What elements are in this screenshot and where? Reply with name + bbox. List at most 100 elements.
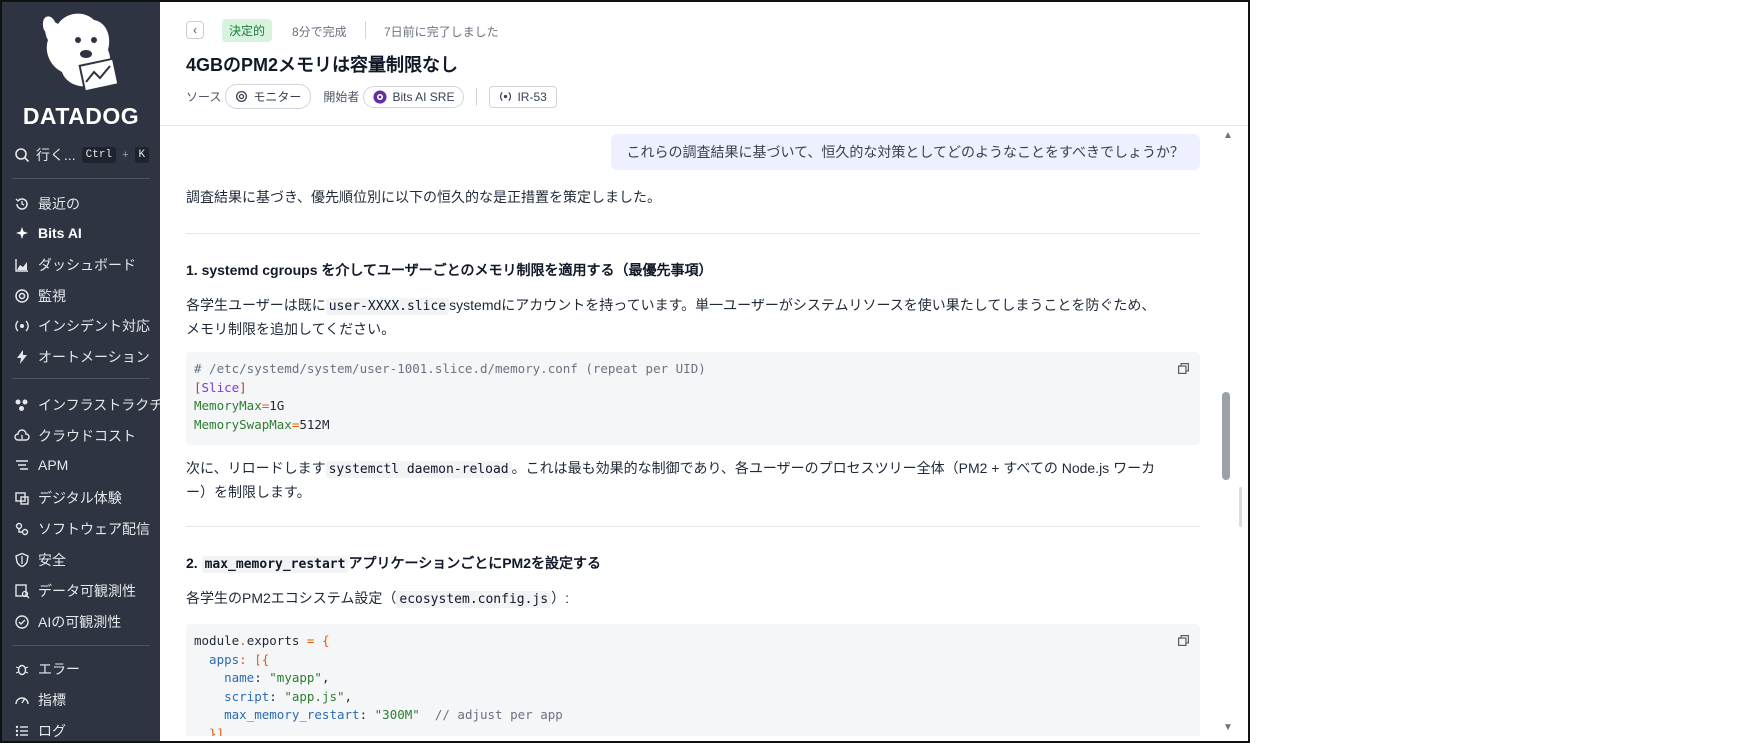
code-token: :: [269, 688, 285, 704]
dog-icon: [42, 13, 120, 93]
sidebar-item-dashboards[interactable]: ダッシュボード: [14, 255, 136, 275]
code-token: name: [194, 670, 255, 685]
sidebar-item-label: エラー: [38, 661, 80, 677]
search-icon: [15, 148, 30, 163]
sidebar-item-apm[interactable]: APM: [14, 457, 68, 473]
inline-code: user-XXXX.slice: [325, 298, 450, 315]
code-token: exports: [246, 633, 300, 648]
sidebar: DATADOG 行く... Ctrl + K 最近の Bits AI ダッシュボ…: [2, 2, 160, 741]
sidebar-item-infrastructure[interactable]: インフラストラクチャ: [14, 395, 160, 415]
section2-paragraph: 各学生のPM2エコシステム設定（ ecosystem.config.js）:: [186, 587, 569, 611]
sidebar-item-label: 指標: [38, 692, 66, 708]
code-line: MemoryMax=1G: [194, 397, 1192, 416]
code-token: module: [194, 633, 240, 648]
code-comment: // adjust per app: [419, 707, 563, 722]
sidebar-item-automation[interactable]: オートメーション: [14, 347, 150, 367]
shield-icon: [15, 552, 29, 568]
code-token: 1G: [269, 398, 285, 413]
code-token: :: [359, 707, 375, 722]
gauge-icon: [15, 697, 29, 705]
user-message: これらの調査結果に基づいて、恒久的な対策としてどのようなことをすべきでしょうか？: [610, 134, 1200, 170]
code-line: module.exports = {: [194, 632, 1192, 651]
section-divider: [186, 233, 1200, 234]
sidebar-item-monitors[interactable]: 監視: [14, 286, 66, 306]
incident-id: IR-53: [517, 89, 547, 104]
code-block-memory-conf: # /etc/systemd/system/user-1001.slice.d/…: [186, 352, 1200, 445]
sidebar-item-label: AIの可観測性: [38, 614, 122, 630]
code-token: = {: [299, 633, 330, 648]
sidebar-item-metrics[interactable]: 指標: [14, 690, 66, 710]
monitor-icon: [236, 90, 248, 103]
logo-text: DATADOG: [22, 103, 140, 129]
inline-code: systemctl daemon-reload: [325, 461, 512, 478]
sidebar-item-errors[interactable]: エラー: [14, 659, 80, 679]
investigation-meta: ソース モニター 開始者 Bits AI SRE IR-53: [186, 84, 557, 109]
code-token: script: [194, 688, 270, 704]
copy-icon[interactable]: [1177, 362, 1190, 375]
sidebar-item-label: インシデント対応: [38, 318, 150, 334]
history-icon: [15, 198, 28, 210]
sidebar-divider: [12, 378, 150, 379]
text-span: アプリケーションごとにPM2を設定する: [348, 555, 601, 571]
sidebar-divider: [12, 645, 150, 646]
meta-divider: [476, 87, 478, 106]
investigation-header: ‹ 決定的 8分で完成 7日前に完了しました 4GBのPM2メモリは容量制限なし…: [160, 2, 1248, 126]
code-token: max_memory_restart: [194, 707, 360, 722]
conversation-panel: これらの調査結果に基づいて、恒久的な対策としてどのようなことをすべきでしょうか？…: [160, 126, 1222, 736]
copy-icon[interactable]: [1177, 634, 1190, 647]
incident-icon: [15, 320, 29, 332]
sidebar-divider: [12, 178, 150, 179]
text-span: 2.: [186, 555, 198, 571]
sidebar-item-label: オートメーション: [38, 349, 150, 365]
datadog-logo[interactable]: DATADOG: [2, 6, 160, 129]
sidebar-item-incidents[interactable]: インシデント対応: [14, 316, 150, 336]
code-token: MemoryMax: [194, 398, 262, 413]
sidebar-item-data-observability[interactable]: データ可観測性: [14, 581, 136, 601]
scroll-up-arrow[interactable]: ▲: [1223, 130, 1233, 141]
sidebar-item-bits-ai[interactable]: Bits AI: [14, 225, 82, 241]
sidebar-item-security[interactable]: 安全: [14, 550, 66, 570]
sidebar-item-label: ダッシュボード: [38, 257, 136, 273]
goto-label: 行く...: [36, 147, 76, 163]
back-button[interactable]: ‹: [186, 21, 204, 39]
bits-ai-avatar-icon: [373, 89, 387, 104]
status-badge: 決定的: [222, 19, 273, 42]
source-pill[interactable]: モニター: [225, 84, 312, 109]
section2-heading: 2. max_memory_restart アプリケーションごとにPM2を設定する: [186, 553, 601, 573]
header-divider: [365, 21, 366, 39]
sidebar-item-label: デジタル体験: [38, 490, 122, 506]
sidebar-item-label: ログ: [38, 723, 66, 739]
ai-observability-icon: [15, 615, 29, 629]
infrastructure-icon: [15, 399, 28, 411]
sidebar-item-label: インフラストラクチャ: [38, 397, 160, 413]
sidebar-item-ai-observability[interactable]: AIの可観測性: [14, 612, 121, 632]
section-divider: [186, 526, 1200, 527]
code-comment: # /etc/systemd/system/user-1001.slice.d/…: [194, 361, 706, 376]
page-title: 4GBのPM2メモリは容量制限なし: [186, 55, 459, 75]
sidebar-item-logs[interactable]: ログ: [14, 721, 66, 741]
bolt-icon: [17, 350, 27, 364]
sidebar-item-label: ソフトウェア配信: [38, 521, 150, 537]
goto-search[interactable]: 行く... Ctrl + K: [14, 145, 150, 165]
code-token: }]: [194, 725, 225, 737]
sidebar-item-cloud-cost[interactable]: クラウドコスト: [14, 426, 136, 446]
app-window: DATADOG 行く... Ctrl + K 最近の Bits AI ダッシュボ…: [0, 0, 1250, 743]
cloud-cost-icon: [14, 429, 30, 441]
sidebar-item-software-delivery[interactable]: ソフトウェア配信: [14, 519, 150, 539]
shortcut-k: K: [134, 147, 150, 163]
sidebar-item-recent[interactable]: 最近の: [14, 194, 80, 214]
initiator-pill[interactable]: Bits AI SRE: [363, 85, 465, 108]
incident-icon: [500, 92, 512, 101]
sidebar-item-digital-experience[interactable]: デジタル体験: [14, 488, 122, 508]
code-token: ,: [321, 670, 330, 685]
data-observability-icon: [15, 584, 30, 599]
sidebar-item-label: データ可観測性: [38, 583, 136, 599]
completed-text: 7日前に完了しました: [384, 25, 499, 39]
code-token: "myapp": [269, 670, 322, 685]
initiator-label: 開始者: [323, 90, 360, 104]
code-line: max_memory_restart: "300M" // adjust per…: [194, 706, 1192, 725]
code-token: "300M": [374, 707, 420, 722]
incident-pill[interactable]: IR-53: [489, 85, 557, 108]
scroll-down-arrow[interactable]: ▼: [1223, 722, 1233, 733]
scrollbar-thumb[interactable]: [1222, 392, 1230, 480]
